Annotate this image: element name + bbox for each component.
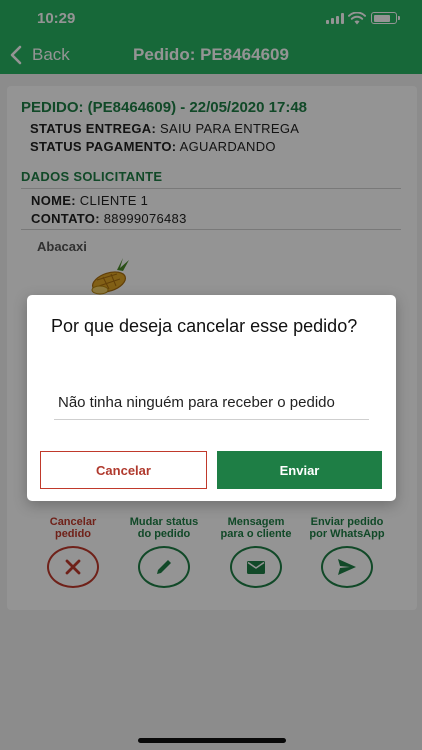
cancel-reason-input[interactable] <box>54 385 369 420</box>
cancel-button[interactable]: Cancelar <box>40 451 207 489</box>
dialog-title: Por que deseja cancelar esse pedido? <box>51 316 358 336</box>
cancel-reason-dialog: Por que deseja cancelar esse pedido? Can… <box>27 295 396 501</box>
send-button[interactable]: Enviar <box>217 451 382 489</box>
